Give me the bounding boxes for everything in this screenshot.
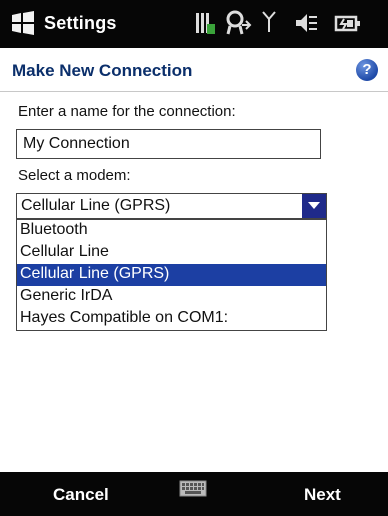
modem-option-cellular-line-gprs[interactable]: Cellular Line (GPRS) xyxy=(17,264,326,286)
dropdown-arrow-button[interactable] xyxy=(302,194,326,218)
modem-option-generic-irda[interactable]: Generic IrDA xyxy=(17,286,326,308)
signal-icon[interactable] xyxy=(262,10,276,40)
sd-card-icon[interactable] xyxy=(194,10,216,40)
help-icon[interactable]: ? xyxy=(356,59,378,81)
modem-selected-value: Cellular Line (GPRS) xyxy=(21,197,171,214)
app-title: Settings xyxy=(44,13,117,33)
page-header: Make New Connection xyxy=(0,48,388,92)
modem-option-bluetooth[interactable]: Bluetooth xyxy=(17,220,326,242)
cancel-button[interactable]: Cancel xyxy=(53,485,109,505)
softkey-bar: Cancel Next xyxy=(0,472,388,516)
connection-name-label: Enter a name for the connection: xyxy=(18,103,236,120)
modem-option-cellular-line[interactable]: Cellular Line xyxy=(17,242,326,264)
next-button[interactable]: Next xyxy=(304,485,341,505)
connection-name-input[interactable]: My Connection xyxy=(16,129,321,159)
title-bar: Settings xyxy=(0,0,388,48)
volume-mute-icon[interactable] xyxy=(294,10,318,40)
windows-logo-icon[interactable] xyxy=(10,10,36,36)
modem-dropdown[interactable]: Cellular Line (GPRS) xyxy=(16,193,327,219)
page-title: Make New Connection xyxy=(12,61,193,80)
modem-label: Select a modem: xyxy=(18,167,131,184)
battery-icon[interactable] xyxy=(334,10,362,40)
connectivity-icon[interactable] xyxy=(224,10,252,40)
keyboard-icon[interactable] xyxy=(179,479,207,503)
modem-option-hayes-com1[interactable]: Hayes Compatible on COM1: xyxy=(17,308,326,330)
chevron-down-icon xyxy=(308,202,320,209)
modem-options-list[interactable]: Bluetooth Cellular Line Cellular Line (G… xyxy=(16,219,327,331)
